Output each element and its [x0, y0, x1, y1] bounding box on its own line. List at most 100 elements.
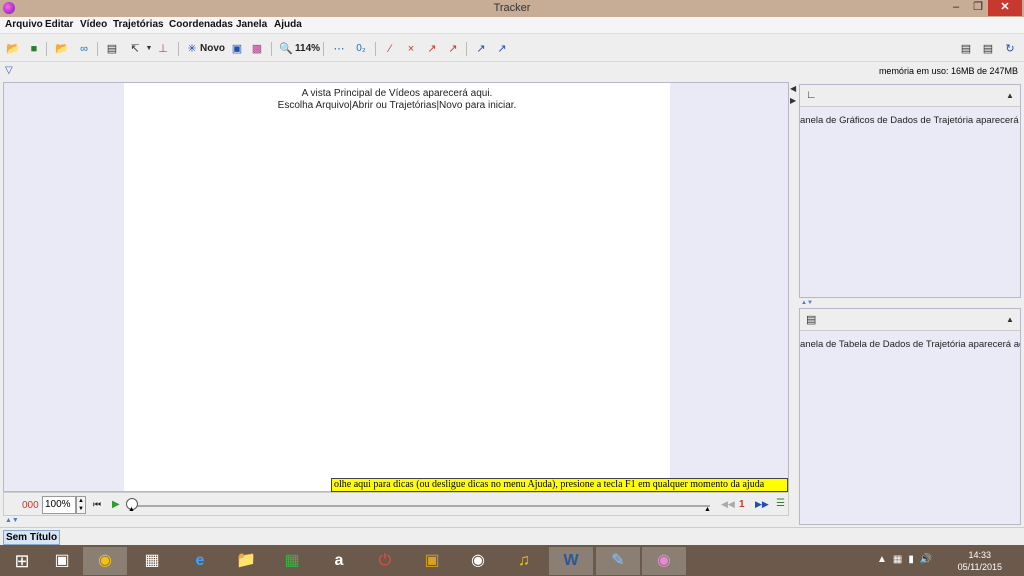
menu-ajuda[interactable]: Ajuda	[274, 19, 302, 30]
step-size[interactable]: 1	[739, 499, 745, 510]
frame-counter[interactable]: 000	[22, 500, 39, 511]
toolbar-separator	[178, 42, 179, 56]
menu-arquivo[interactable]: Arquivo	[5, 19, 43, 30]
video-placeholder-line2: Escolha Arquivo|Abrir ou Trajetórias|Nov…	[277, 100, 517, 111]
windows-taskbar: ⊞ ▣ ◉ ▦ e 📁 ▦ a ⏻ ▣ ◉ ♫ W ✎ ◉ ▲▦▮🔊 14:33…	[0, 545, 1024, 576]
toolbar-separator	[271, 42, 272, 56]
video-player-bar: 000 100% ▲ ▼ ⏮ ▶ ▲ ▲ ◀◀ 1 ▶▶ ☰	[3, 492, 789, 516]
end-marker-icon[interactable]: ▲	[704, 506, 711, 513]
clip-settings-icon[interactable]: ▤	[104, 41, 120, 57]
velocity-vector-icon[interactable]: ↗	[424, 41, 440, 57]
table-view-pane[interactable]: ▤ ▲ anela de Tabela de Dados de Trajetór…	[799, 308, 1021, 525]
amazon-icon[interactable]: a	[317, 547, 361, 575]
menu-editar[interactable]: Editar	[45, 19, 73, 30]
start-windows-icon[interactable]: ⊞	[0, 547, 44, 575]
maximize-plot-icon[interactable]: ▲	[1006, 91, 1014, 100]
import-icon[interactable]: 📂	[54, 41, 70, 57]
zoom-level[interactable]: 114%	[295, 43, 320, 54]
toolbar-separator	[375, 42, 376, 56]
plot-view-header: ∟ ▲	[800, 85, 1020, 107]
paint-icon[interactable]: ✎	[596, 547, 640, 575]
menu-trajetorias[interactable]: Trajetórias	[113, 19, 164, 30]
open-folder-icon[interactable]: 📂	[5, 41, 21, 57]
memory-usage: memória em uso: 16MB de 247MB	[878, 66, 1018, 76]
menu-bar: Arquivo Editar Vídeo Trajetórias Coorden…	[0, 17, 1024, 34]
video-placeholder-line1: A vista Principal de Vídeos aparecerá aq…	[301, 88, 493, 99]
step-back-icon[interactable]: ◀◀	[721, 499, 735, 510]
chrome-icon[interactable]: ◉	[83, 547, 127, 575]
system-tray-icons[interactable]: ▲▦▮🔊	[877, 554, 938, 565]
zoom-icon[interactable]: 🔍	[278, 41, 294, 57]
refresh-icon[interactable]: ↻	[1002, 41, 1018, 57]
autotracker-icon[interactable]: ▩	[249, 41, 265, 57]
export-icon[interactable]: ∞	[76, 41, 92, 57]
plot-icon[interactable]: ∟	[806, 89, 817, 101]
word-icon[interactable]: W	[549, 547, 593, 575]
toolbar-separator	[466, 42, 467, 56]
new-track-button[interactable]: Novo	[200, 43, 225, 54]
taskbar-app-icon[interactable]: ▣	[40, 547, 84, 575]
player-zoom-field[interactable]: 100%	[42, 496, 76, 514]
acceleration-vector-icon[interactable]: ↗	[445, 41, 461, 57]
play-icon[interactable]: ▶	[112, 499, 120, 510]
dropdown-triangle-icon[interactable]: ▽	[5, 65, 13, 76]
vector-sum-icon[interactable]: ↗	[473, 41, 489, 57]
video-canvas[interactable]: A vista Principal de Vídeos aparecerá aq…	[124, 83, 670, 491]
position-marker-icon[interactable]: ×	[403, 41, 419, 57]
table-view-header: ▤ ▲	[800, 309, 1020, 331]
player-settings-icon[interactable]: ☰	[776, 498, 785, 509]
plot-view-pane[interactable]: ∟ ▲ anela de Gráficos de Dados de Trajet…	[799, 84, 1021, 298]
tab-strip: Sem Título	[0, 527, 1024, 545]
clock-date: 05/11/2015	[957, 562, 1002, 572]
trails-icon[interactable]: ⋯	[331, 41, 347, 57]
properties-icon[interactable]: ▤	[980, 41, 996, 57]
toolbar-separator	[97, 42, 98, 56]
power-app-icon[interactable]: ⏻	[363, 547, 407, 575]
hint-tooltip: olhe aqui para dicas (ou desligue dicas …	[331, 478, 788, 492]
title-bar: Tracker – ❐ ✕	[0, 0, 1024, 17]
close-button[interactable]: ✕	[988, 0, 1022, 16]
maximize-table-icon[interactable]: ▲	[1006, 315, 1014, 324]
status-row: ▽ memória em uso: 16MB de 247MB	[0, 62, 1024, 80]
table-icon[interactable]: ▤	[806, 313, 816, 326]
video-slider-track[interactable]	[134, 505, 710, 507]
restore-button[interactable]: ❐	[966, 0, 990, 16]
file-explorer-icon[interactable]: 📁	[224, 547, 268, 575]
taskbar-app-icon[interactable]: ▣	[410, 547, 454, 575]
notes-icon[interactable]: ▤	[958, 41, 974, 57]
save-icon[interactable]: ■	[26, 41, 42, 57]
tab-untitled[interactable]: Sem Título	[3, 530, 60, 545]
momentum-vector-icon[interactable]: ↗	[494, 41, 510, 57]
system-clock[interactable]: 14:33 05/11/2015	[958, 549, 1002, 573]
toolbar: 📂 ■ 📂 ∞ ▤ ↸ ▼ ⊥ ✳ Novo ▣ ▩ 🔍 114% ⋯ 0₂ ∕…	[0, 36, 1024, 62]
menu-coordenadas[interactable]: Coordenadas	[169, 19, 233, 30]
step-forward-icon[interactable]: ▶▶	[755, 499, 769, 510]
internet-explorer-icon[interactable]: e	[178, 547, 222, 575]
minimize-button[interactable]: –	[944, 0, 968, 16]
clock-time: 14:33	[968, 550, 992, 560]
tracker-taskbar-icon[interactable]: ◉	[642, 547, 686, 575]
new-track-icon[interactable]: ✳	[184, 41, 200, 57]
menu-video[interactable]: Vídeo	[80, 19, 107, 30]
table-view-message: anela de Tabela de Dados de Trajetória a…	[800, 339, 1020, 350]
track-control-icon[interactable]: ▣	[229, 41, 245, 57]
main-video-view[interactable]: A vista Principal de Vídeos aparecerá aq…	[3, 82, 789, 492]
right-panel: ∟ ▲ anela de Gráficos de Dados de Trajet…	[797, 82, 1021, 525]
labels-icon[interactable]: 0₂	[353, 41, 369, 57]
zoom-spinner[interactable]: ▲ ▼	[76, 496, 86, 514]
start-marker-icon[interactable]: ▲	[128, 506, 135, 513]
split-right-icon[interactable]: ▶	[790, 96, 796, 105]
music-app-icon[interactable]: ♫	[502, 547, 546, 575]
divider-arrows-icon[interactable]: ▲▼	[801, 300, 813, 306]
taskbar-app-icon[interactable]: ▦	[130, 547, 174, 575]
axes-icon[interactable]: ⊥	[155, 41, 171, 57]
path-icon[interactable]: ∕	[382, 41, 398, 57]
media-app-icon[interactable]: ◉	[456, 547, 500, 575]
menu-janela[interactable]: Janela	[236, 19, 267, 30]
store-icon[interactable]: ▦	[270, 547, 314, 575]
window-title: Tracker	[493, 2, 531, 14]
split-left-icon[interactable]: ◀	[790, 84, 796, 93]
plot-view-message: anela de Gráficos de Dados de Trajetória…	[800, 115, 1020, 126]
collapse-arrows-icon[interactable]: ▲▼	[5, 517, 19, 524]
reset-icon[interactable]: ⏮	[93, 499, 101, 510]
